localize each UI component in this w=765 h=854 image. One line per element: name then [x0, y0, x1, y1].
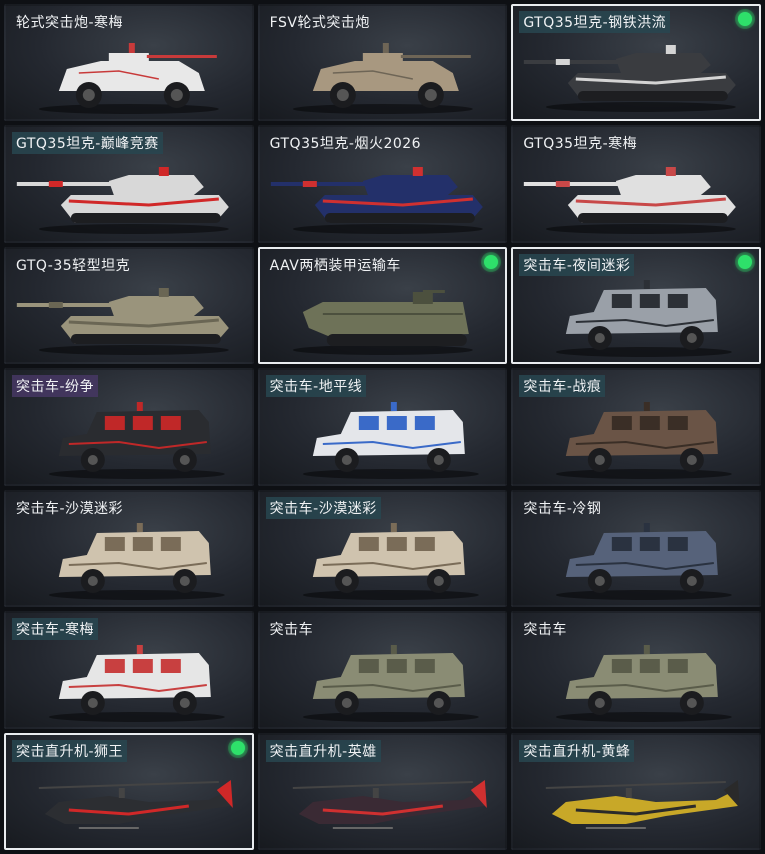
vehicle-skin-card[interactable]: 突击直升机-英雄	[257, 732, 508, 850]
vehicle-skin-name: AAV两栖装甲运输车	[269, 257, 401, 274]
vehicle-image	[260, 276, 506, 358]
vehicle-skin-name: 突击车-纷争	[12, 375, 99, 398]
vehicle-skin-card[interactable]: 突击车-纷争	[4, 368, 254, 486]
vehicle-skin-card[interactable]: GTQ35坦克-烟火2026	[257, 125, 508, 243]
vehicle-skin-card[interactable]: 突击车-战痕	[511, 368, 761, 486]
vehicle-skin-name: 轮式突击炮-寒梅	[16, 15, 124, 31]
vehicle-skin-name: 突击车-战痕	[519, 375, 606, 398]
vehicle-skin-name: 突击车-冷钢	[523, 500, 602, 517]
vehicle-skin-name: 突击车	[523, 622, 567, 639]
vehicle-skin-card[interactable]: AAV两栖装甲运输车	[257, 246, 508, 365]
vehicle-skin-card[interactable]: 突击车-寒梅	[4, 611, 254, 729]
vehicle-image	[6, 519, 252, 601]
vehicle-image	[6, 155, 252, 237]
vehicle-image	[260, 33, 506, 115]
vehicle-skin-card[interactable]: GTQ35坦克-寒梅	[511, 125, 761, 243]
equipped-status-dot	[738, 254, 752, 269]
vehicle-skin-card[interactable]: 突击车-夜间迷彩	[511, 246, 761, 365]
vehicle-skin-name: 突击直升机-狮王	[12, 739, 128, 762]
vehicle-skin-card[interactable]: 轮式突击炮-寒梅	[4, 4, 254, 122]
vehicle-image	[513, 762, 759, 844]
vehicle-skin-name: 突击车-地平线	[265, 375, 367, 398]
vehicle-skin-card[interactable]: 突击直升机-黄蜂	[511, 732, 761, 850]
vehicle-skin-name: FSV轮式突击炮	[269, 15, 370, 31]
vehicle-skin-card[interactable]: 突击车	[511, 611, 761, 729]
vehicle-skin-name: 突击车-沙漠迷彩	[265, 496, 381, 519]
vehicle-image	[6, 276, 252, 358]
vehicle-skin-card[interactable]: 突击车-冷钢	[511, 489, 761, 608]
vehicle-skin-card[interactable]: 突击直升机-狮王	[4, 732, 254, 850]
vehicle-skin-name: GTQ35坦克-巅峰竞赛	[12, 132, 163, 155]
vehicle-image	[6, 641, 252, 723]
vehicle-skin-card[interactable]: GTQ35坦克-巅峰竞赛	[4, 125, 254, 243]
vehicle-skin-card[interactable]: FSV轮式突击炮	[257, 4, 508, 122]
vehicle-skin-grid: 轮式突击炮-寒梅 FSV轮式突击炮 GTQ35坦克-钢铁洪流 GTQ35坦克-巅…	[0, 0, 765, 854]
vehicle-image	[6, 762, 252, 844]
vehicle-skin-card[interactable]: GTQ-35轻型坦克	[4, 246, 254, 365]
vehicle-skin-name: 突击车-夜间迷彩	[519, 253, 635, 276]
vehicle-skin-name: GTQ35坦克-烟火2026	[269, 136, 422, 153]
equipped-status-dot	[738, 12, 752, 26]
vehicle-image	[513, 155, 759, 237]
vehicle-skin-card[interactable]: GTQ35坦克-钢铁洪流	[511, 4, 761, 122]
vehicle-image	[260, 519, 506, 601]
equipped-status-dot	[230, 740, 245, 755]
vehicle-image	[513, 519, 759, 601]
vehicle-skin-name: 突击车	[269, 622, 314, 639]
vehicle-image	[513, 641, 759, 723]
vehicle-image	[260, 398, 506, 480]
vehicle-image	[260, 641, 506, 723]
vehicle-image	[260, 762, 506, 844]
vehicle-skin-name: GTQ35坦克-寒梅	[523, 136, 638, 153]
vehicle-skin-name: 突击车-寒梅	[12, 618, 99, 641]
vehicle-image	[513, 33, 759, 115]
vehicle-skin-card[interactable]: 突击车-沙漠迷彩	[4, 489, 254, 608]
vehicle-skin-name: 突击车-沙漠迷彩	[16, 500, 124, 517]
vehicle-skin-card[interactable]: 突击车-地平线	[257, 368, 508, 486]
vehicle-skin-name: GTQ-35轻型坦克	[16, 257, 131, 274]
vehicle-image	[513, 276, 759, 358]
vehicle-skin-name: 突击直升机-黄蜂	[519, 739, 635, 762]
vehicle-image	[6, 33, 252, 115]
vehicle-image	[513, 398, 759, 480]
vehicle-skin-name: GTQ35坦克-钢铁洪流	[519, 11, 671, 33]
vehicle-skin-card[interactable]: 突击车-沙漠迷彩	[257, 489, 508, 608]
vehicle-image	[260, 155, 506, 237]
vehicle-image	[6, 398, 252, 480]
vehicle-skin-name: 突击直升机-英雄	[265, 739, 381, 762]
equipped-status-dot	[484, 254, 499, 269]
vehicle-skin-card[interactable]: 突击车	[257, 611, 508, 729]
